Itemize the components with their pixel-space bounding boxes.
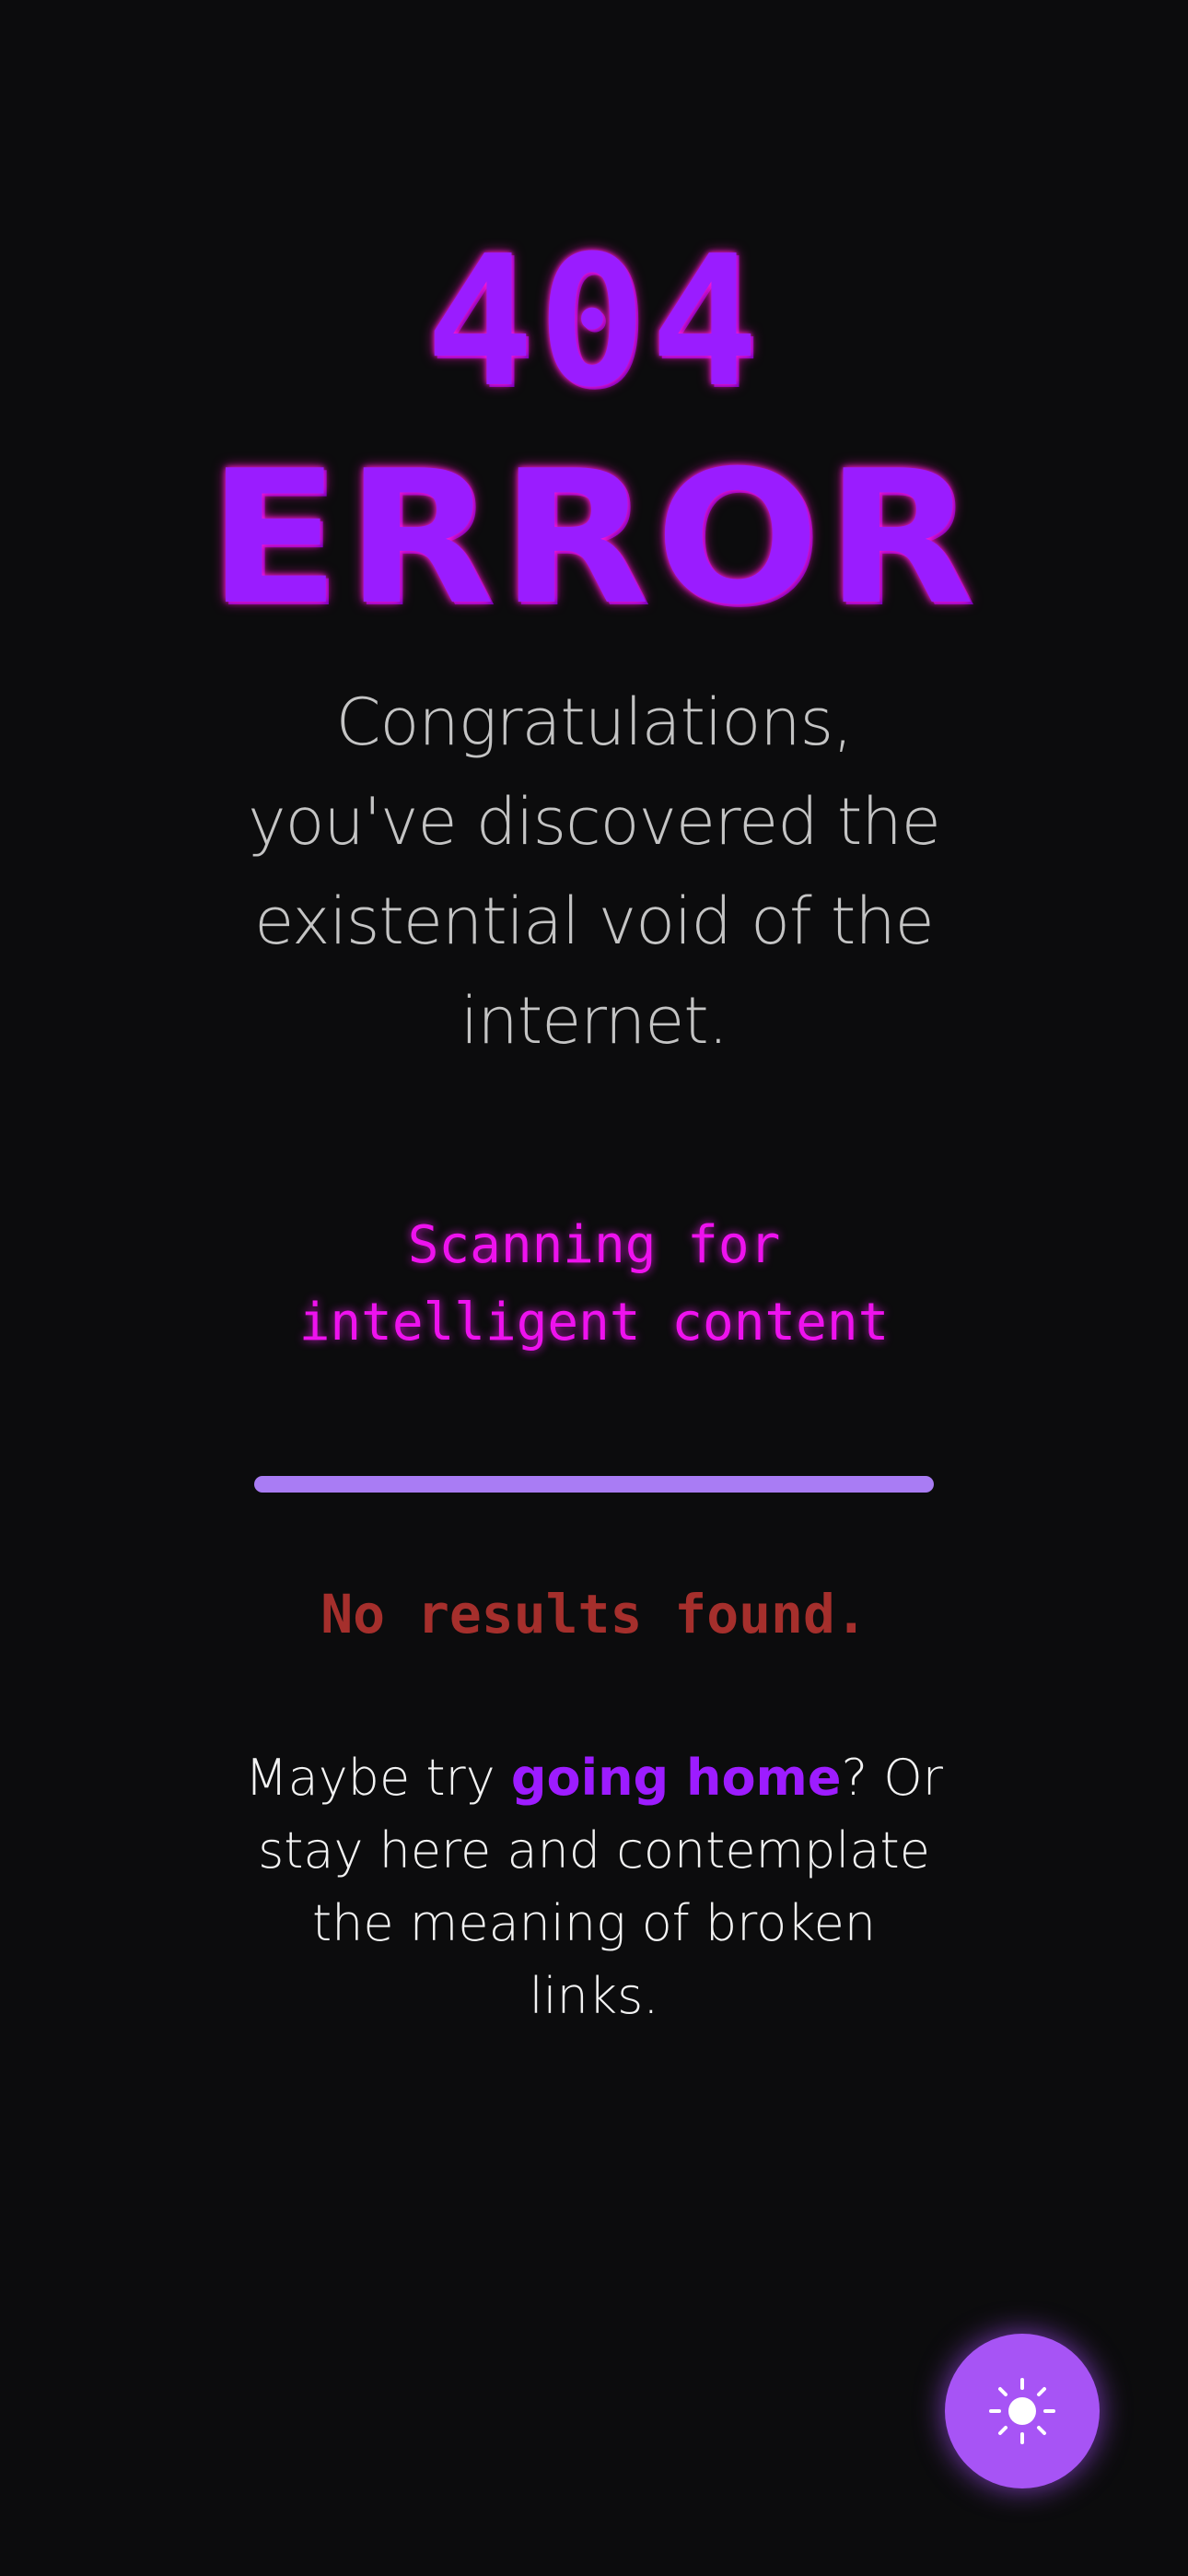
scanning-status: Scanning for intelligent content bbox=[298, 1215, 890, 1352]
error-label: ERROR bbox=[207, 431, 981, 646]
scan-progress-bar bbox=[254, 1476, 934, 1493]
theme-toggle-button[interactable] bbox=[945, 2334, 1100, 2488]
error-code: 404 bbox=[425, 217, 763, 427]
home-link[interactable]: going home bbox=[511, 1749, 842, 1807]
suggestion-prefix: Maybe try bbox=[245, 1749, 511, 1807]
error-page: 404 ERROR Congratulations, you've discov… bbox=[0, 0, 1188, 2576]
no-results-message: No results found. bbox=[320, 1583, 868, 1645]
suggestion-text: Maybe try going home? Or stay here and c… bbox=[239, 1741, 949, 2032]
headline-message: Congratulations, you've discovered the e… bbox=[248, 685, 941, 1059]
sun-icon bbox=[987, 2376, 1057, 2446]
